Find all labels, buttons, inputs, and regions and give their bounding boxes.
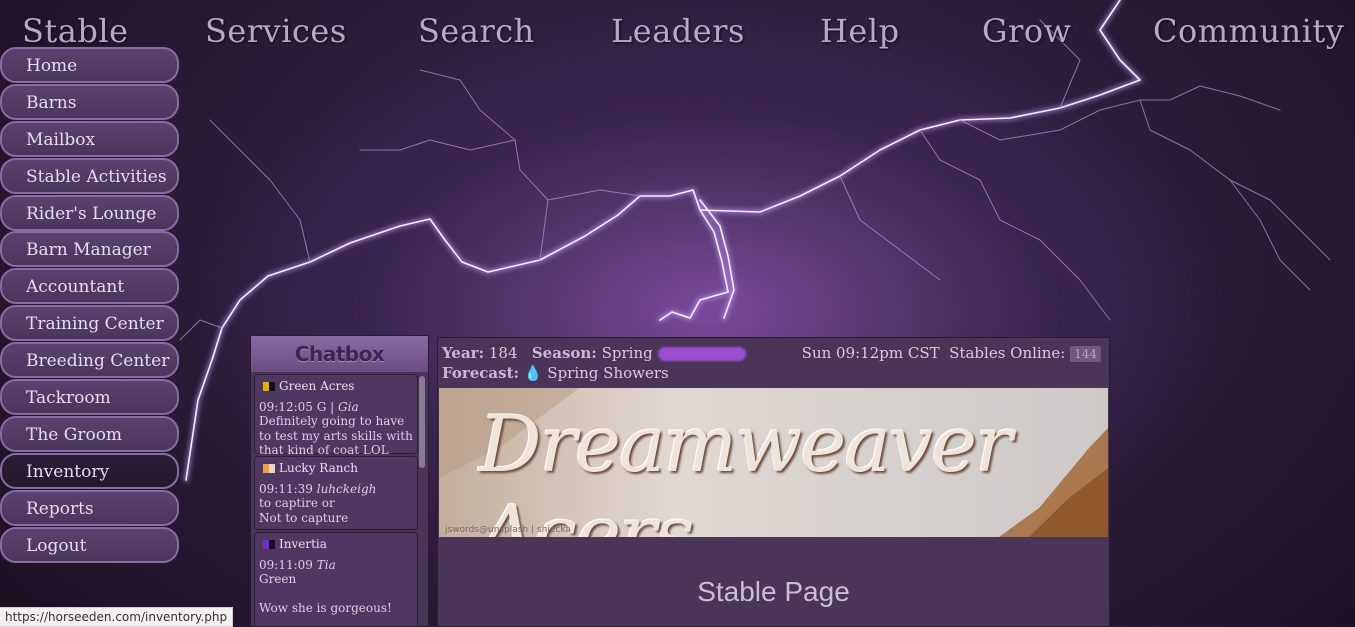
nav-help[interactable]: Help bbox=[820, 12, 900, 50]
chat-message: Lucky Ranch 09:11:39 luhckeigh to captir… bbox=[254, 456, 418, 530]
chat-username[interactable]: Tia bbox=[317, 558, 336, 572]
nav-grow[interactable]: Grow bbox=[982, 12, 1072, 50]
chat-user-prefix: G | bbox=[316, 399, 335, 414]
chat-ranch-name[interactable]: Lucky Ranch bbox=[279, 461, 358, 476]
browser-status-url: https://horseeden.com/inventory.php bbox=[0, 607, 234, 627]
sidebar-item-reports[interactable]: Reports bbox=[0, 489, 179, 526]
sidebar-item-breeding-center[interactable]: Breeding Center bbox=[0, 342, 179, 379]
sidebar-item-barns[interactable]: Barns bbox=[0, 83, 179, 120]
chat-username[interactable]: luhckeigh bbox=[317, 482, 377, 496]
chat-message: Green Acres 09:12:05 G | Gia Definitely … bbox=[254, 374, 418, 457]
sidebar-item-inventory[interactable]: Inventory bbox=[0, 452, 179, 489]
sidebar-item-home[interactable]: Home bbox=[0, 47, 179, 83]
nav-stable[interactable]: Stable bbox=[22, 12, 129, 50]
season-value: Spring bbox=[601, 344, 653, 362]
chat-time: 09:12:05 bbox=[259, 399, 313, 414]
sidebar-item-tackroom[interactable]: Tackroom bbox=[0, 379, 179, 416]
sidebar-item-stable-activities[interactable]: Stable Activities bbox=[0, 157, 179, 194]
chat-message-text: Definitely going to have to test my arts… bbox=[259, 414, 413, 457]
rain-drop-icon: 💧 bbox=[523, 364, 543, 382]
chat-ranch-name[interactable]: Invertia bbox=[279, 537, 327, 552]
chat-message: Invertia 09:11:09 Tia Green Wow she is g… bbox=[254, 532, 418, 626]
main-panel: Year: 184 Season: Spring Forecast: 💧 Spr… bbox=[437, 337, 1110, 627]
chat-scrollbar[interactable] bbox=[419, 376, 425, 468]
redacted-blur bbox=[657, 347, 746, 361]
nav-leaders[interactable]: Leaders bbox=[611, 12, 745, 50]
year-value: 184 bbox=[488, 344, 518, 362]
chat-ranch-name[interactable]: Green Acres bbox=[279, 379, 354, 394]
sidebar-item-accountant[interactable]: Accountant bbox=[0, 268, 179, 305]
chat-time: 09:11:09 bbox=[259, 557, 313, 572]
nav-community[interactable]: Community bbox=[1153, 12, 1344, 50]
nav-services[interactable]: Services bbox=[205, 12, 347, 50]
forecast-value: Spring Showers bbox=[547, 364, 669, 382]
year-label: Year: bbox=[442, 344, 485, 362]
sidebar-item-training-center[interactable]: Training Center bbox=[0, 305, 179, 342]
top-navigation: Stable Services Search Leaders Help Grow… bbox=[0, 8, 1355, 54]
sidebar-item-the-groom[interactable]: The Groom bbox=[0, 415, 179, 452]
chat-message-text: Green Wow she is gorgeous! bbox=[259, 572, 392, 615]
sidebar-item-barn-manager[interactable]: Barn Manager bbox=[0, 231, 179, 268]
chat-time: 09:11:39 bbox=[259, 481, 313, 496]
sidebar-item-mailbox[interactable]: Mailbox bbox=[0, 120, 179, 157]
ranch-flag-icon bbox=[263, 463, 275, 473]
server-time: Sun 09:12pm CST bbox=[801, 344, 940, 362]
nav-search[interactable]: Search bbox=[418, 12, 535, 50]
chatbox-header: Chatbox bbox=[251, 336, 428, 372]
season-label: Season: bbox=[531, 344, 597, 362]
banner-title: Dreamweaver Acers bbox=[479, 400, 1012, 537]
chat-message-list[interactable]: Green Acres 09:12:05 G | Gia Definitely … bbox=[251, 374, 428, 626]
forecast-label: Forecast: bbox=[442, 364, 520, 382]
stables-online-label: Stables Online: bbox=[949, 344, 1066, 362]
chatbox: Chatbox Green Acres 09:12:05 G | Gia Def… bbox=[250, 335, 429, 627]
game-info-bar: Year: 184 Season: Spring Forecast: 💧 Spr… bbox=[438, 338, 1109, 388]
stables-online-count[interactable]: 144 bbox=[1070, 346, 1101, 362]
chat-message-text: to captire or Not to capture bbox=[259, 496, 349, 525]
sidebar-item-logout[interactable]: Logout bbox=[0, 526, 179, 563]
ranch-flag-icon bbox=[263, 381, 275, 391]
chatbox-title: Chatbox bbox=[294, 342, 385, 366]
sidebar-menu: Home Barns Mailbox Stable Activities Rid… bbox=[0, 47, 180, 563]
stable-banner: Dreamweaver Acers jswords@unsplash | shi… bbox=[439, 388, 1108, 537]
page-title: Stable Page bbox=[697, 576, 850, 607]
ranch-flag-icon bbox=[263, 539, 275, 549]
chat-username[interactable]: Gia bbox=[338, 400, 359, 414]
banner-credit: jswords@unsplash | shiecka bbox=[445, 525, 571, 535]
sidebar-item-riders-lounge[interactable]: Rider's Lounge bbox=[0, 194, 179, 231]
